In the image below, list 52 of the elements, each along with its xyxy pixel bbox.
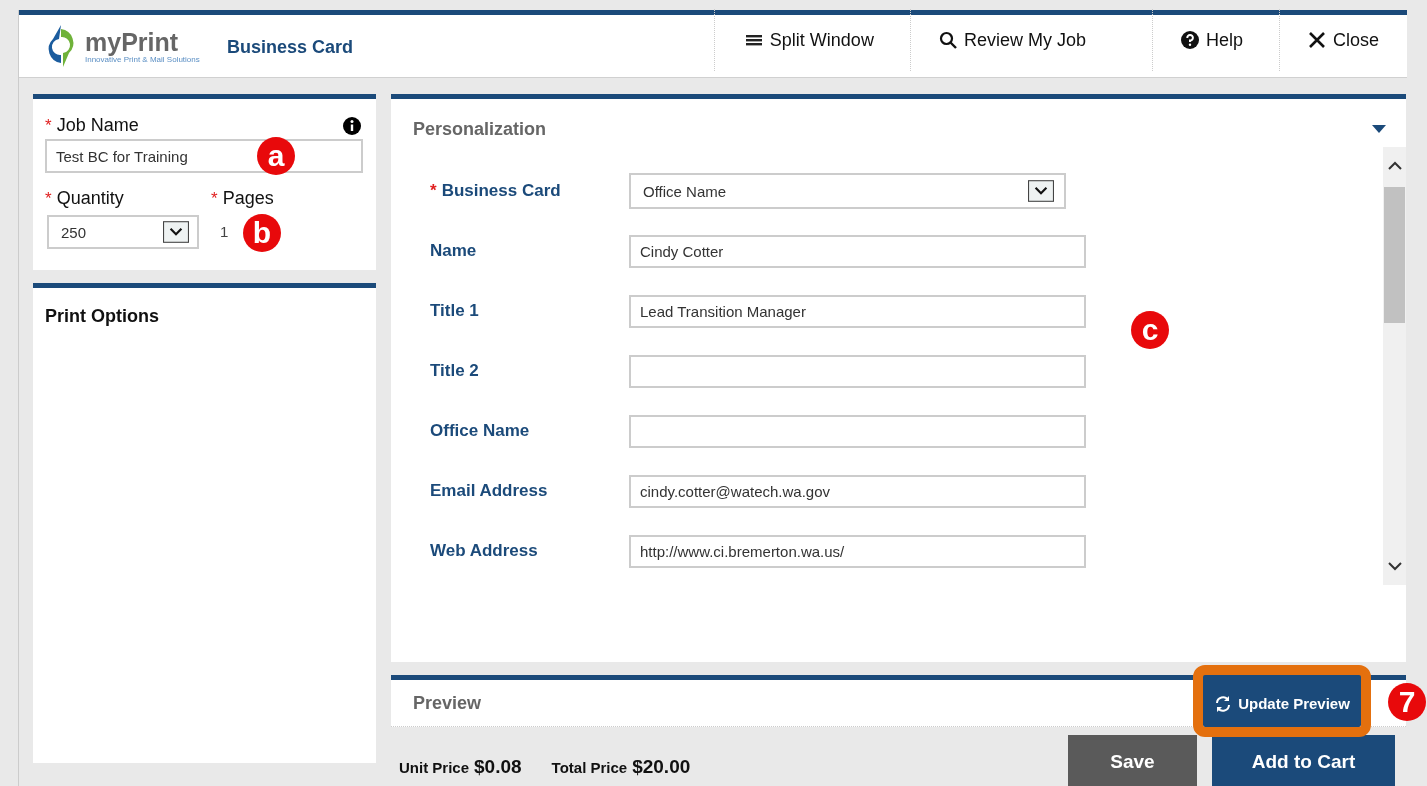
refresh-icon [1214, 694, 1233, 713]
nav-link[interactable]: Close [1278, 9, 1407, 71]
field-label: Office Name [430, 421, 530, 441]
unit-price: $0.08 [474, 756, 522, 778]
panel-title: Preview [413, 692, 482, 714]
text-field[interactable]: http://www.ci.bremerton.wa.us/ [629, 534, 1086, 568]
callout-marker: b [243, 214, 281, 252]
quantity-dropdown[interactable]: 250 [47, 215, 199, 249]
scrollbar[interactable] [1383, 147, 1406, 585]
scroll-down-icon[interactable] [1386, 561, 1403, 571]
text-field[interactable]: cindy.cotter@watech.wa.gov [629, 474, 1086, 508]
close-icon [1307, 31, 1326, 49]
help-icon [1180, 31, 1199, 49]
required-marker: * [430, 181, 437, 201]
unit-price-label: Unit Price [399, 759, 470, 776]
total-price-label: Total Price [551, 759, 628, 776]
nav-link[interactable]: Help [1151, 9, 1279, 71]
panel-title: Print Options [45, 306, 159, 326]
total-price: $20.00 [632, 756, 691, 778]
field-label: Name [430, 241, 477, 261]
pages-value: 1 [220, 223, 229, 240]
page-title: Business Card [227, 36, 354, 58]
field-label: Pages [222, 188, 274, 209]
scroll-up-icon[interactable] [1386, 161, 1403, 171]
nav-link[interactable]: Split Window [713, 9, 910, 71]
field-label: Job Name [56, 115, 139, 136]
required-marker: * [45, 189, 52, 209]
save-button[interactable]: Save [1068, 735, 1197, 786]
field-label: Title 1 [430, 301, 479, 321]
required-marker: * [45, 116, 52, 136]
field-label: Web Address [430, 541, 538, 561]
required-marker: * [211, 189, 218, 209]
add-to-cart-button[interactable]: Add to Cart [1212, 735, 1395, 786]
panel-title: Personalization [413, 118, 547, 140]
text-field[interactable]: Cindy Cotter [629, 234, 1086, 268]
callout-marker: c [1131, 311, 1169, 349]
text-field[interactable]: Lead Transition Manager [629, 294, 1086, 328]
dropdown-icon [163, 221, 189, 243]
info-icon[interactable] [343, 116, 361, 135]
field-label: Business Card [441, 181, 561, 201]
search-icon [938, 31, 957, 49]
collapse-caret-icon[interactable] [1372, 125, 1386, 133]
field-label: Quantity [56, 188, 124, 209]
nav-link[interactable]: Review My Job [909, 9, 1152, 71]
field-label: Title 2 [430, 361, 479, 381]
dropdown-icon [1028, 180, 1054, 202]
field-label: Email Address [430, 481, 548, 501]
text-field[interactable] [629, 354, 1086, 388]
text-field[interactable] [629, 414, 1086, 448]
callout-marker: 7 [1388, 683, 1426, 721]
business-card-dropdown[interactable]: Office Name [629, 173, 1066, 209]
logo-wordmark: myPrint [85, 28, 180, 55]
